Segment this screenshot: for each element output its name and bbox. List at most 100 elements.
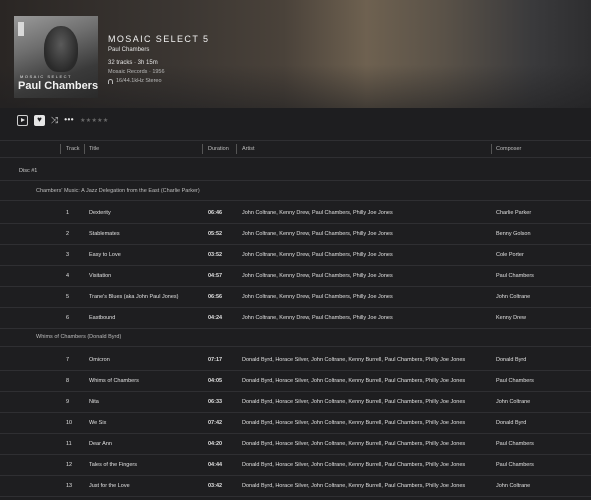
track-row[interactable]: 2 Stablemates 05:52 John Coltrane, Kenny Dr… [0,223,591,244]
track-row[interactable]: 13 Just for the Love 03:42 Donald Byrd, Hor… [0,475,591,496]
column-composer[interactable]: Composer [496,146,521,152]
column-separator [60,144,61,154]
divider [0,328,591,329]
track-title: Eastbound [89,315,116,321]
group-label: Chambers' Music: A Jazz Delegation from … [36,188,200,194]
track-duration: 07:42 [208,420,223,426]
track-title: Just for the Love [89,483,130,489]
column-duration[interactable]: Duration [208,146,229,152]
track-composer: John Coltrane [496,483,531,489]
track-number: 7 [66,357,70,363]
divider [0,496,591,497]
track-row[interactable]: 1 Dexterity 06:46 John Coltrane, Kenny Drew… [0,202,591,223]
track-title: Omicron [89,357,110,363]
track-number: 1 [66,210,70,216]
cover-badge [18,22,24,36]
divider [0,140,591,141]
column-separator [236,144,237,154]
divider [0,157,591,158]
track-composer: Paul Chambers [496,273,534,279]
track-duration: 04:20 [208,441,223,447]
track-title: Tales of the Fingers [89,462,137,468]
track-artist: Donald Byrd, Horace Silver, John Coltran… [242,378,466,384]
play-button[interactable] [17,114,28,126]
album-label-year: Mosaic Records · 1956 [108,69,165,75]
track-duration: 04:24 [208,315,223,321]
track-duration: 06:56 [208,294,223,300]
cover-portrait [44,26,78,72]
track-artist: Donald Byrd, Horace Silver, John Coltran… [242,420,466,426]
track-artist: Donald Byrd, Horace Silver, John Coltran… [242,462,466,468]
track-title: Whims of Chambers [89,378,139,384]
track-duration: 05:52 [208,231,223,237]
more-options-icon[interactable]: ••• [64,116,74,124]
track-number: 9 [66,399,70,405]
column-separator [202,144,203,154]
track-artist: John Coltrane, Kenny Drew, Paul Chambers… [242,252,393,258]
track-title: Dear Ann [89,441,112,447]
album-controls: ♥ ⤨ ••• ★★★★★ [17,114,109,126]
track-row[interactable]: 9 Nita 06:33 Donald Byrd, Horace Silver, Jo… [0,391,591,412]
track-row[interactable]: 5 Trane's Blues (aka John Paul Jones) 06:5… [0,286,591,307]
headphones-icon [108,78,113,84]
track-artist: Donald Byrd, Horace Silver, John Coltran… [242,357,466,363]
track-title: Easy to Love [89,252,121,258]
album-quality: 16/44.1kHz Stereo [108,78,162,84]
track-duration: 03:52 [208,252,223,258]
album-artist-link[interactable]: Paul Chambers [108,47,149,53]
track-duration: 06:33 [208,399,223,405]
track-artist: John Coltrane, Kenny Drew, Paul Chambers… [242,315,393,321]
album-cover[interactable]: MOSAIC SELECT Paul Chambers [14,16,98,98]
track-duration: 04:44 [208,462,223,468]
divider [0,346,591,347]
track-number: 2 [66,231,70,237]
track-number: 4 [66,273,70,279]
divider [0,200,591,201]
track-artist: Donald Byrd, Horace Silver, John Coltran… [242,483,466,489]
column-separator [491,144,492,154]
track-duration: 06:46 [208,210,223,216]
track-composer: Benny Golson [496,231,531,237]
album-track-count: 32 tracks · 3h 15m [108,60,158,66]
track-number: 3 [66,252,70,258]
cover-artist-text: Paul Chambers [18,80,98,92]
album-title: MOSAIC SELECT 5 [108,34,210,44]
divider [0,180,591,181]
track-artist: John Coltrane, Kenny Drew, Paul Chambers… [242,294,393,300]
track-row[interactable]: 3 Easy to Love 03:52 John Coltrane, Kenny D… [0,244,591,265]
track-composer: Paul Chambers [496,462,534,468]
track-number: 8 [66,378,70,384]
track-row[interactable]: 7 Omicron 07:17 Donald Byrd, Horace Silver,… [0,349,591,370]
group-label: Whims of Chambers (Donald Byrd) [36,334,122,340]
track-number: 5 [66,294,70,300]
track-number: 13 [66,483,73,489]
track-artist: Donald Byrd, Horace Silver, John Coltran… [242,399,466,405]
track-composer: Cole Porter [496,252,524,258]
track-duration: 07:17 [208,357,223,363]
track-row[interactable]: 11 Dear Ann 04:20 Donald Byrd, Horace Silve… [0,433,591,454]
track-artist: John Coltrane, Kenny Drew, Paul Chambers… [242,273,393,279]
tracklist-header: Track Title Duration Artist Composer [0,142,591,156]
track-artist: Donald Byrd, Horace Silver, John Coltran… [242,441,466,447]
track-title: We Six [89,420,107,426]
track-title: Nita [89,399,99,405]
column-title[interactable]: Title [89,146,99,152]
column-track[interactable]: Track [66,146,80,152]
track-row[interactable]: 10 We Six 07:42 Donald Byrd, Horace Silver,… [0,412,591,433]
track-composer: John Coltrane [496,294,531,300]
shuffle-icon[interactable]: ⤨ [51,115,58,125]
track-row[interactable]: 4 Visitation 04:57 John Coltrane, Kenny Dre… [0,265,591,286]
track-title: Trane's Blues (aka John Paul Jones) [89,294,179,300]
track-row[interactable]: 6 Eastbound 04:24 John Coltrane, Kenny Drew… [0,307,591,328]
track-composer: Paul Chambers [496,378,534,384]
rating-stars[interactable]: ★★★★★ [80,117,108,124]
track-duration: 03:42 [208,483,223,489]
track-row[interactable]: 12 Tales of the Fingers 04:44 Donald Byrd, … [0,454,591,475]
track-composer: John Coltrane [496,399,531,405]
track-row[interactable]: 8 Whims of Chambers 04:05 Donald Byrd, Hora… [0,370,591,391]
track-title: Stablemates [89,231,120,237]
track-composer: Kenny Drew [496,315,526,321]
favorite-heart-icon[interactable]: ♥ [34,114,45,126]
column-artist[interactable]: Artist [242,146,255,152]
track-title: Visitation [89,273,112,279]
